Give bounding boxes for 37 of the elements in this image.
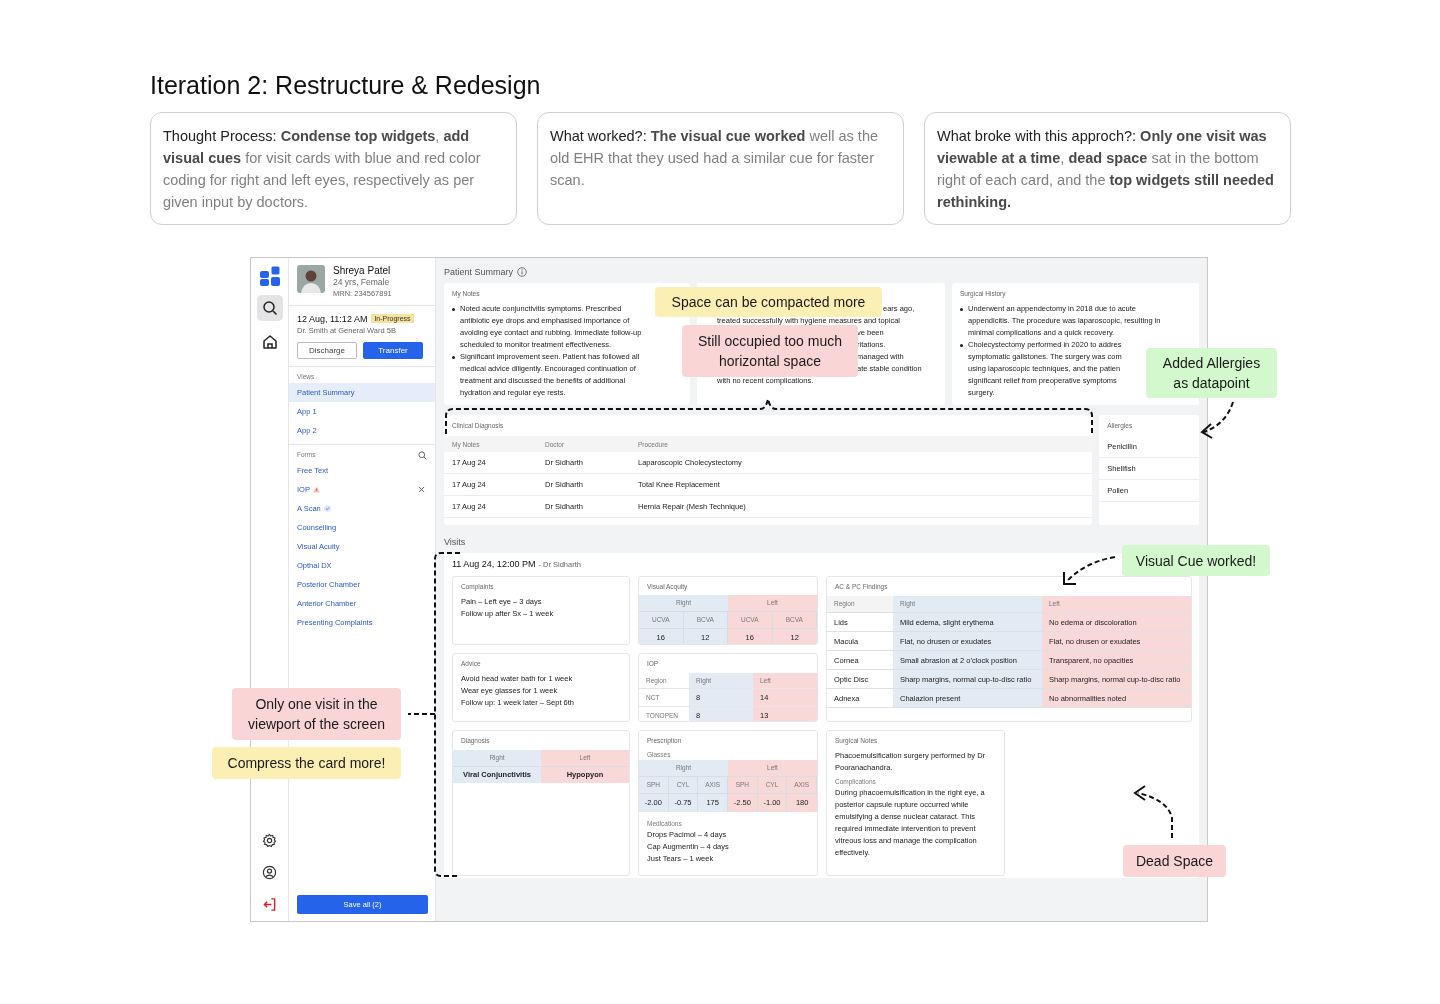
sticky-note: Dead Space [1123,845,1226,877]
section-title: Visits [444,536,467,548]
avatar [297,265,325,293]
visit-date: 11 Aug 24, 12:00 PM [452,559,536,569]
dashed-arrow [1133,785,1173,839]
sticky-note: Visual Cue worked! [1122,545,1270,576]
bullet-dot [452,355,455,359]
patient-details: 24 yrs, Female [333,277,391,288]
dashed-arrow [1200,401,1234,439]
note-text: Thought Process: Condense top widgets, add visual cues for visit cards with blue and red color coding for right and left eyes, respectively as per given input by doctors. [163,127,482,212]
search-icon [261,300,278,316]
sticky-note: Space can be compacted more [655,287,882,317]
home-icon [261,334,278,350]
sticky-note: Added Allergies as datapoint [1146,348,1277,398]
note-text: What worked?: The visual cue worked well as the old EHR that they used had a similar cue for faster scan. [550,127,880,190]
note-text: What broke with this approch?: Only one visit was viewable at a time, dead space sat in the bottom right of each card, and the top widgets still needed rethinking. [937,127,1275,212]
patient-name: Shreya Patel [333,265,392,277]
info-icon[interactable] [517,267,528,277]
secondary-button[interactable]: Discharge [297,342,357,359]
sticky-note: Still occupied too much horizontal space [682,325,858,377]
dashed-arrow [1063,556,1116,585]
search-button[interactable] [256,295,283,321]
sticky-note: Only one visit in the viewport of the screen [232,688,401,740]
app-logo-icon[interactable] [258,265,281,287]
gear-icon [262,832,277,848]
bullet-dot [960,343,963,347]
search-icon[interactable] [418,450,427,460]
page-title: Iteration 2: Restructure & Redesign [149,70,542,100]
logout-icon [262,896,277,912]
session-time: 12 Aug, 11:12 AM [297,313,368,324]
close-icon[interactable] [418,486,425,493]
section-title: Patient Summary [444,267,514,277]
user-icon [262,864,277,880]
sticky-note: Compress the card more! [212,747,401,779]
bullet-dot [452,307,455,311]
primary-button[interactable]: Transfer [363,342,423,359]
bullet-dot [960,307,963,311]
